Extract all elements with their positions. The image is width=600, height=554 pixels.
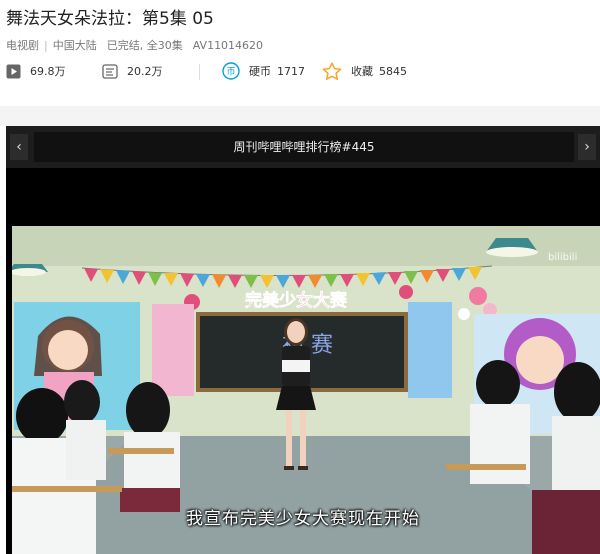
- favorite-count: 5845: [379, 64, 407, 78]
- bilibili-watermark: bilibili: [548, 252, 577, 263]
- meta-category[interactable]: 电视剧: [6, 39, 39, 52]
- video-meta: 电视剧 | 中国大陆 已完结, 全30集 AV11014620: [6, 39, 264, 52]
- ranking-prev-button[interactable]: ‹: [10, 134, 28, 160]
- ranking-next-button[interactable]: ›: [578, 134, 596, 160]
- chevron-right-icon: ›: [584, 139, 590, 155]
- stats-divider: [199, 64, 200, 80]
- coin-label: 硬币: [249, 65, 271, 78]
- coin-count: 1717: [277, 64, 305, 78]
- banner-text: 完美少女大赛: [245, 290, 348, 311]
- stat-favorites[interactable]: 收藏 5845: [322, 61, 407, 81]
- stats-bar: 69.8万 20.2万 币 硬币 1717 收藏 5845: [0, 58, 600, 86]
- ranking-title: 周刊哔哩哔哩排行榜#445: [233, 140, 375, 154]
- star-icon[interactable]: [322, 61, 342, 81]
- play-icon: [6, 64, 21, 79]
- stat-plays: 69.8万: [6, 61, 66, 81]
- danmaku-count: 20.2万: [127, 65, 163, 78]
- meta-region: 中国大陆: [52, 39, 97, 52]
- meta-status: 已完结, 全30集: [106, 39, 183, 52]
- danmaku-icon: [102, 63, 118, 79]
- video-subtitle: 我宣布完美少女大赛现在开始: [186, 509, 420, 529]
- coin-icon[interactable]: 币: [222, 62, 240, 80]
- page-title: 舞法天女朵法拉：第5集 05: [6, 9, 214, 29]
- ranking-bar: ‹ 周刊哔哩哔哩排行榜#445 ›: [6, 126, 600, 168]
- section-divider: [0, 106, 600, 126]
- stat-coins[interactable]: 币 硬币 1717: [222, 61, 305, 81]
- chevron-left-icon: ‹: [16, 139, 22, 155]
- video-player[interactable]: ‹ 周刊哔哩哔哩排行榜#445 › 完美少女大赛 初 赛 bilibili 我宣…: [6, 126, 600, 554]
- svg-text:币: 币: [226, 67, 235, 78]
- favorite-label: 收藏: [351, 65, 373, 78]
- ranking-banner[interactable]: 周刊哔哩哔哩排行榜#445: [34, 132, 574, 162]
- stat-danmaku: 20.2万: [102, 61, 163, 81]
- play-count: 69.8万: [30, 65, 66, 78]
- meta-av-id: AV11014620: [192, 39, 264, 52]
